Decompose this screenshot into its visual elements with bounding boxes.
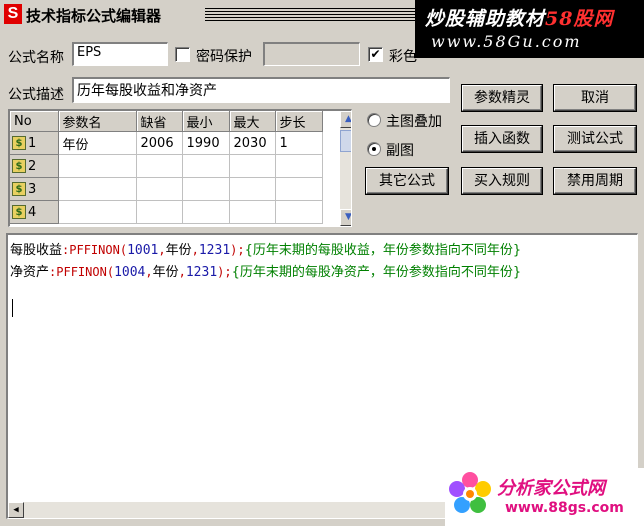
other-formula-button[interactable]: 其它公式: [366, 168, 448, 194]
formula-name-label: 公式名称: [8, 50, 64, 66]
code-line-2: 净资产:PFFINON(1004,年份,1231);{历年末期的每股净资产，年份…: [10, 265, 522, 280]
watermark-bottom-line1: 分析家公式网: [497, 478, 605, 499]
text-caret: [12, 299, 13, 317]
params-table: No 参数名 缺省 最小 最大 步长 $1 年份 2006 1990 2030 …: [10, 111, 323, 224]
watermark-top: 炒股辅助教材58股网 www.58Gu.com: [415, 0, 644, 58]
cell-max[interactable]: [229, 177, 276, 201]
cell-step[interactable]: [275, 200, 323, 224]
color-checkbox[interactable]: ✔: [368, 47, 383, 62]
cell-default[interactable]: 2006: [136, 131, 183, 155]
watermark-bottom: 分析家公式网 www.88gs.com: [445, 468, 644, 526]
watermark-top-line2: www.58Gu.com: [431, 32, 582, 51]
watermark-bottom-line2: www.88gs.com: [505, 500, 624, 516]
cell-param-name[interactable]: [58, 200, 137, 224]
dollar-icon: $: [12, 182, 26, 196]
password-protect-checkbox[interactable]: [175, 47, 190, 62]
dollar-icon: $: [12, 159, 26, 173]
cell-step[interactable]: [275, 177, 323, 201]
params-vertical-scrollbar[interactable]: ▲ ▼: [340, 111, 351, 226]
scroll-thumb[interactable]: [340, 130, 351, 152]
window-title: 技术指标公式编辑器: [26, 7, 162, 25]
cell-min[interactable]: [182, 177, 230, 201]
cell-default[interactable]: [136, 200, 183, 224]
col-header-max[interactable]: 最大: [229, 111, 276, 132]
formula-desc-input[interactable]: 历年每股收益和净资产: [72, 77, 450, 103]
formula-name-input[interactable]: EPS: [72, 42, 168, 66]
table-row[interactable]: $4: [10, 200, 323, 224]
cell-min[interactable]: [182, 200, 230, 224]
row-number: $3: [10, 177, 59, 201]
cell-max[interactable]: [229, 200, 276, 224]
sub-chart-label: 副图: [386, 143, 414, 159]
scroll-left-icon[interactable]: ◀: [8, 502, 24, 518]
cell-min[interactable]: 1990: [182, 131, 230, 155]
scroll-down-icon[interactable]: ▼: [340, 209, 351, 226]
flower-logo-icon: [449, 472, 491, 513]
col-header-step[interactable]: 步长: [275, 111, 323, 132]
row-number: $2: [10, 154, 59, 178]
formula-desc-label: 公式描述: [8, 87, 64, 103]
scroll-up-icon[interactable]: ▲: [340, 111, 351, 128]
cell-default[interactable]: [136, 154, 183, 178]
col-header-min[interactable]: 最小: [182, 111, 230, 132]
test-formula-button[interactable]: 测试公式: [554, 126, 636, 152]
params-grid[interactable]: No 参数名 缺省 最小 最大 步长 $1 年份 2006 1990 2030 …: [8, 109, 352, 227]
table-row[interactable]: $2: [10, 154, 323, 178]
cell-default[interactable]: [136, 177, 183, 201]
cell-param-name[interactable]: 年份: [58, 131, 137, 155]
table-row[interactable]: $3: [10, 177, 323, 201]
table-row[interactable]: $1 年份 2006 1990 2030 1: [10, 131, 323, 155]
disable-period-button[interactable]: 禁用周期: [554, 168, 636, 194]
code-line-1: 每股收益:PFFINON(1001,年份,1231);{历年末期的每股收益，年份…: [10, 243, 522, 258]
dollar-icon: $: [12, 136, 26, 150]
password-protect-label: 密码保护: [196, 49, 252, 65]
app-logo-icon: S: [4, 4, 22, 24]
main-overlay-label: 主图叠加: [386, 114, 442, 130]
title-bar-stripes: [205, 8, 420, 21]
buy-rules-button[interactable]: 买入规则: [462, 168, 542, 194]
watermark-top-line1: 炒股辅助教材58股网: [425, 8, 614, 30]
main-overlay-radio[interactable]: [367, 113, 381, 127]
cell-max[interactable]: 2030: [229, 131, 276, 155]
row-number: $4: [10, 200, 59, 224]
col-header-param-name[interactable]: 参数名: [58, 111, 137, 132]
param-wizard-button[interactable]: 参数精灵: [462, 85, 542, 111]
cell-param-name[interactable]: [58, 177, 137, 201]
cell-step[interactable]: 1: [275, 131, 323, 155]
cell-step[interactable]: [275, 154, 323, 178]
cell-max[interactable]: [229, 154, 276, 178]
sub-chart-radio[interactable]: [367, 142, 381, 156]
col-header-no[interactable]: No: [10, 111, 59, 132]
color-label: 彩色: [389, 49, 417, 65]
cell-min[interactable]: [182, 154, 230, 178]
col-header-default[interactable]: 缺省: [136, 111, 183, 132]
cancel-button[interactable]: 取消: [554, 85, 636, 111]
password-input[interactable]: [263, 42, 360, 66]
insert-function-button[interactable]: 插入函数: [462, 126, 542, 152]
row-number: $1: [10, 131, 59, 155]
params-header-row: No 参数名 缺省 最小 最大 步长: [10, 111, 323, 132]
dollar-icon: $: [12, 205, 26, 219]
cell-param-name[interactable]: [58, 154, 137, 178]
